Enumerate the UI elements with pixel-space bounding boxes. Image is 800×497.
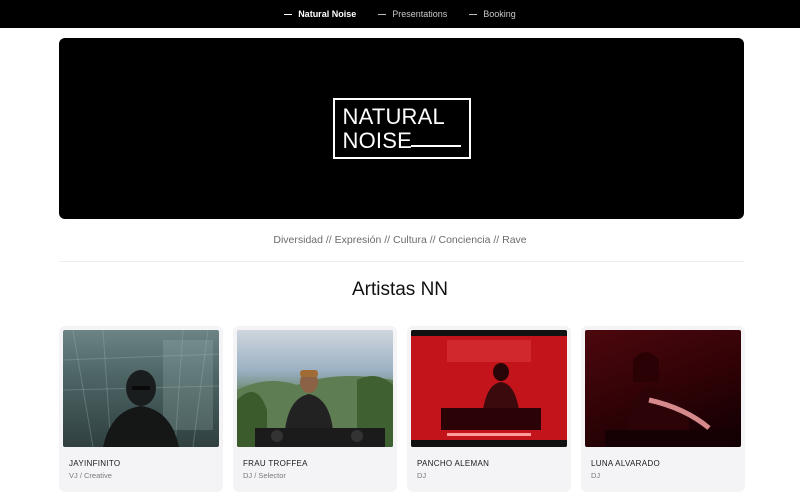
artist-name: JAYINFINITO <box>69 459 121 468</box>
logo-line-1: NATURAL <box>342 104 445 129</box>
section-title: Artistas NN <box>351 279 449 300</box>
section-divider <box>59 261 744 262</box>
artist-photo-art <box>585 330 741 447</box>
artist-card-pancho-aleman[interactable]: PANCHO ALEMAN DJ <box>407 326 571 492</box>
natural-noise-logo: NATURAL NOISE <box>332 98 471 159</box>
artist-card-frau-troffea[interactable]: FRAU TROFFEA DJ / Selector <box>233 326 397 492</box>
artist-photo <box>63 330 219 447</box>
nav-item-presentations[interactable]: Presentations <box>378 9 447 19</box>
artist-role: VJ / Creative <box>69 471 112 480</box>
artist-name: PANCHO ALEMAN <box>417 459 490 468</box>
artist-role: DJ / Selector <box>243 471 286 480</box>
dash-icon <box>284 13 293 15</box>
logo-rule <box>410 145 461 147</box>
artist-name: LUNA ALVARADO <box>591 459 660 468</box>
artist-photo <box>237 330 393 447</box>
artist-role: DJ <box>591 471 601 480</box>
nav-item-natural-noise[interactable]: Natural Noise <box>284 9 356 19</box>
nav-label: Presentations <box>392 9 448 19</box>
artist-role: DJ <box>417 471 427 480</box>
nav-item-booking[interactable]: Booking <box>469 9 516 19</box>
logo-line-2: NOISE <box>342 128 412 153</box>
artist-photo <box>585 330 741 447</box>
artist-card-jayinfinito[interactable]: JAYINFINITO VJ / Creative <box>59 326 223 492</box>
artist-name: FRAU TROFFEA <box>243 459 308 468</box>
nav-label: Booking <box>483 9 516 19</box>
top-nav: Natural Noise Presentations Booking <box>0 0 800 28</box>
artist-card-luna-alvarado[interactable]: LUNA ALVARADO DJ <box>581 326 745 492</box>
artist-photo <box>411 330 567 447</box>
artist-photo-art <box>411 330 567 447</box>
dash-icon <box>378 13 387 15</box>
dash-icon <box>469 13 478 15</box>
tagline: Diversidad // Expresión // Cultura // Co… <box>273 234 527 246</box>
hero-banner: NATURAL NOISE <box>59 38 744 219</box>
artist-cards: JAYINFINITO VJ / Creative FRAU TROFFEA D… <box>59 326 745 497</box>
artist-photo-art <box>237 370 393 447</box>
nav-label: Natural Noise <box>298 9 357 19</box>
artist-photo-art <box>63 330 219 447</box>
